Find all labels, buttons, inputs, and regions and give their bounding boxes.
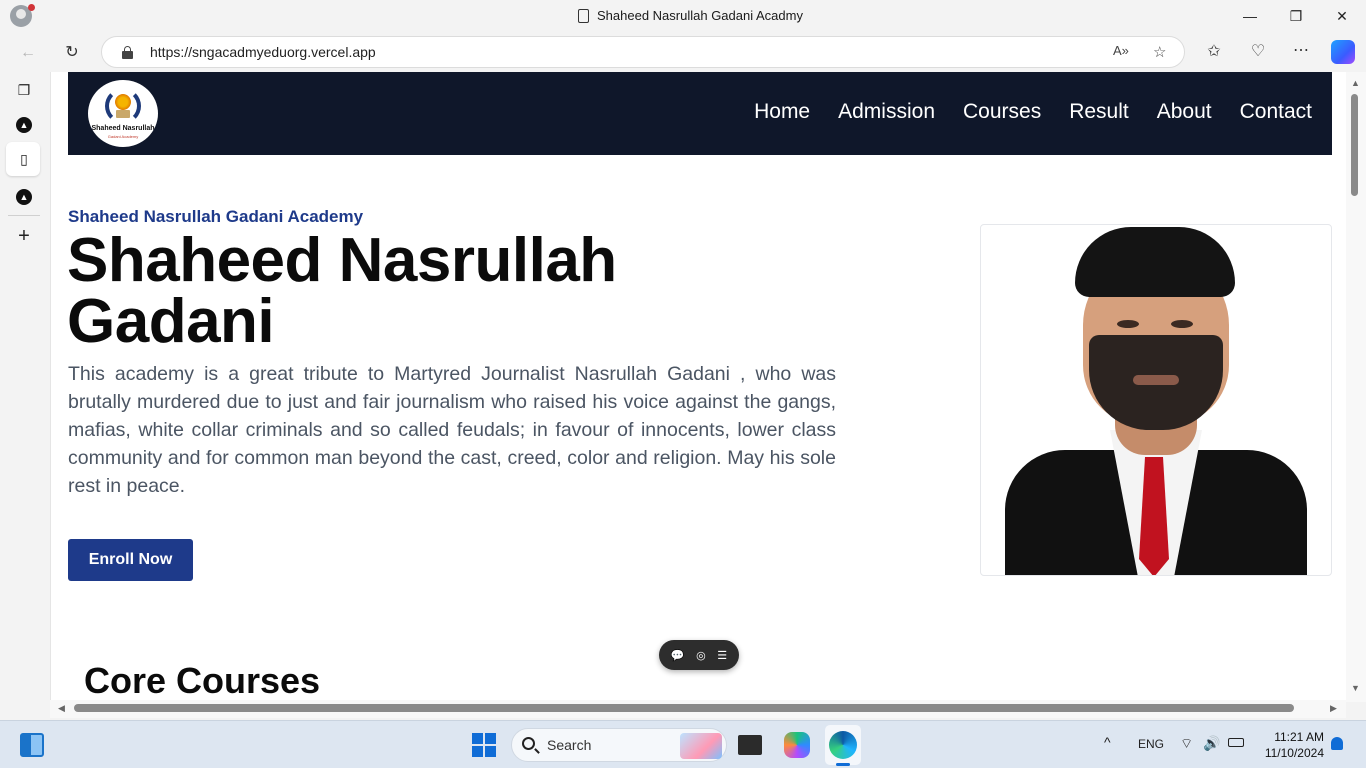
scroll-right-icon[interactable]: ▶ (1330, 703, 1337, 714)
logo-sun-icon (115, 94, 131, 110)
portrait-card (980, 224, 1332, 576)
url-text[interactable]: https://sngacadmyeduorg.vercel.app (150, 44, 376, 60)
windows-taskbar: Search ^ ENG ⌔ 🔊 11:21 AM 11/10/2024 (0, 720, 1366, 768)
nav-link-result[interactable]: Result (1069, 100, 1129, 124)
favorite-star-icon[interactable]: ☆ (1153, 43, 1166, 61)
file-explorer-icon[interactable] (738, 735, 762, 755)
logo-text: Shaheed Nasrullah (91, 125, 155, 132)
show-hidden-icons-chevron-icon[interactable]: ^ (1104, 734, 1111, 750)
clock-time: 11:21 AM (1274, 730, 1324, 744)
tab-title: Shaheed Nasrullah Gadani Acadmy (578, 8, 803, 23)
portrait-eye-left (1117, 320, 1139, 328)
comment-icon[interactable]: 💬 (671, 649, 685, 662)
portrait-mouth (1133, 375, 1179, 385)
nav-link-about[interactable]: About (1157, 100, 1212, 124)
browser-essentials-icon[interactable]: ♡ (1247, 41, 1269, 63)
scroll-down-icon[interactable]: ▼ (1351, 683, 1360, 693)
edge-browser-icon[interactable] (829, 731, 857, 759)
back-icon[interactable]: ← (17, 42, 39, 64)
nav-link-courses[interactable]: Courses (963, 100, 1041, 124)
logo-book-icon (116, 110, 130, 118)
widgets-icon[interactable] (20, 733, 44, 757)
visual-search-icon[interactable]: ◎ (696, 649, 706, 662)
browser-toolbar: ← ↻ https://sngacadmyeduorg.vercel.app A… (0, 32, 1366, 72)
active-app-indicator (836, 763, 850, 766)
nav-link-home[interactable]: Home (754, 100, 810, 124)
logo-subtext: Gadani Academy (107, 134, 139, 139)
page-tab-icon[interactable]: ▯ (14, 149, 34, 169)
scroll-left-icon[interactable]: ◀ (58, 703, 65, 714)
tab-favicon-icon[interactable]: ▲ (16, 117, 32, 133)
read-aloud-icon[interactable]: A» (1113, 43, 1129, 58)
site-navbar: Shaheed Nasrullah Gadani Academy Home Ad… (68, 72, 1332, 155)
search-highlight-icon (680, 733, 722, 759)
language-indicator[interactable]: ENG (1138, 737, 1164, 751)
volume-icon[interactable]: 🔊 (1203, 735, 1220, 752)
tab-title-text: Shaheed Nasrullah Gadani Acadmy (597, 8, 803, 23)
floating-toolbar: 💬 ◎ ☰ (659, 640, 739, 670)
system-clock[interactable]: 11:21 AM 11/10/2024 (1256, 729, 1324, 761)
vertical-scrollbar[interactable]: ▲ ▼ (1346, 72, 1366, 702)
hero-title: Shaheed Nasrullah Gadani (67, 226, 617, 356)
wifi-icon[interactable]: ⌔ (1180, 735, 1193, 753)
portrait-hair (1075, 227, 1235, 297)
notifications-bell-icon[interactable] (1331, 737, 1343, 750)
more-menu-icon[interactable]: ⋯ (1290, 40, 1312, 62)
browser-title-bar: Shaheed Nasrullah Gadani Acadmy — ❐ ✕ (0, 0, 1366, 32)
academy-logo[interactable]: Shaheed Nasrullah Gadani Academy (88, 80, 158, 147)
clock-date: 11/10/2024 (1264, 746, 1324, 760)
taskbar-search[interactable]: Search (511, 728, 727, 762)
page-icon (578, 8, 589, 23)
lock-icon[interactable] (122, 46, 133, 59)
vertical-scroll-thumb[interactable] (1351, 94, 1358, 196)
vertical-tabs-sidebar: ❐ ▲ ▯ ▲ + (0, 72, 50, 720)
minimize-button[interactable]: — (1240, 6, 1260, 26)
battery-icon[interactable] (1228, 738, 1244, 747)
horizontal-scroll-thumb[interactable] (74, 704, 1294, 712)
menu-list-icon[interactable]: ☰ (717, 649, 727, 662)
new-tab-icon[interactable]: + (14, 226, 34, 246)
sidebar-divider (8, 215, 40, 216)
restore-button[interactable]: ❐ (1286, 6, 1306, 26)
enroll-now-button[interactable]: Enroll Now (68, 539, 193, 581)
tab-actions-icon[interactable]: ❐ (14, 80, 34, 100)
copilot-app-icon[interactable] (784, 732, 810, 758)
notification-dot-icon (28, 4, 35, 11)
horizontal-scrollbar[interactable]: ◀ ▶ (50, 700, 1346, 718)
portrait-eye-right (1171, 320, 1193, 328)
close-button[interactable]: ✕ (1332, 6, 1352, 26)
copilot-icon[interactable] (1331, 40, 1355, 64)
nav-link-admission[interactable]: Admission (838, 100, 935, 124)
tab-favicon-icon[interactable]: ▲ (16, 189, 32, 205)
nav-link-contact[interactable]: Contact (1240, 100, 1312, 124)
hero-description: This academy is a great tribute to Marty… (68, 363, 836, 497)
scroll-up-icon[interactable]: ▲ (1351, 78, 1360, 88)
search-label: Search (547, 737, 592, 753)
address-bar[interactable]: https://sngacadmyeduorg.vercel.app A» ☆ (101, 36, 1185, 68)
web-content: Shaheed Nasrullah Gadani Academy Home Ad… (50, 72, 1350, 702)
start-icon[interactable] (472, 733, 496, 757)
refresh-icon[interactable]: ↻ (61, 42, 83, 64)
search-icon (522, 737, 535, 750)
site-menu: Home Admission Courses Result About Cont… (754, 100, 1312, 124)
hero-eyebrow: Shaheed Nasrullah Gadani Academy (68, 207, 364, 226)
favorites-icon[interactable]: ✩ (1203, 41, 1225, 63)
portrait-photo (1005, 225, 1307, 575)
core-courses-heading: Core Courses (84, 660, 321, 701)
